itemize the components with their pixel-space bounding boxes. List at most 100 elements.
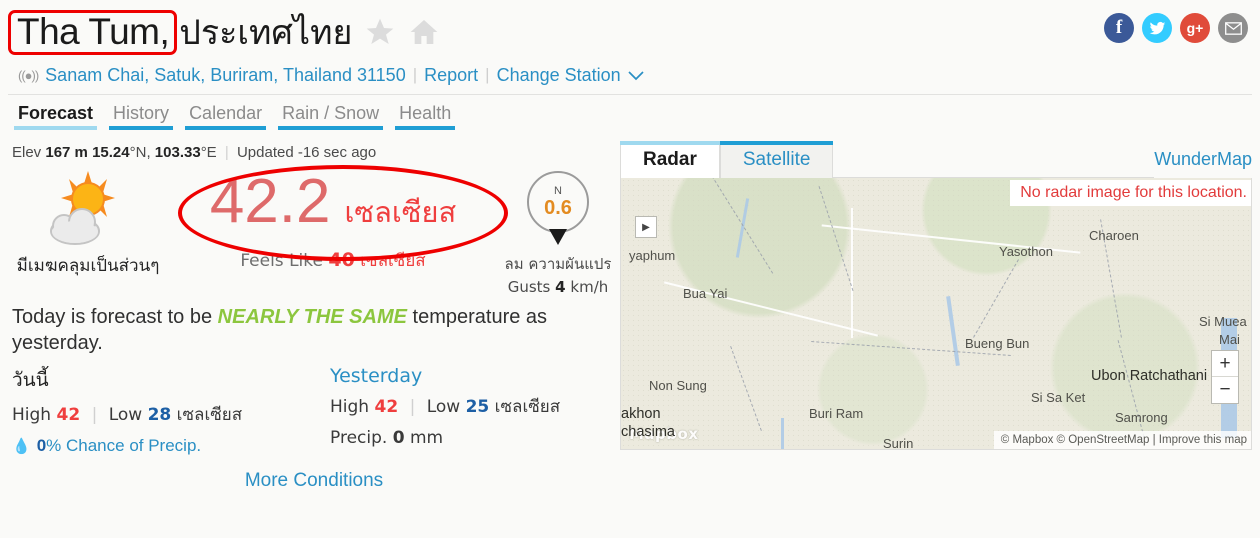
station-row: ((●)) Sanam Chai, Satuk, Buriram, Thaila… xyxy=(8,58,1260,88)
today-low-value: 28 xyxy=(147,404,172,425)
low-label: Low xyxy=(426,396,461,417)
tab-health[interactable]: Health xyxy=(389,103,461,130)
country-name: ประเทศไทย xyxy=(179,13,353,53)
divider: | xyxy=(409,396,416,417)
tab-satellite[interactable]: Satellite xyxy=(719,141,834,178)
temperature-unit: เซลเซียส xyxy=(344,195,457,229)
yesterday-heading[interactable]: Yesterday xyxy=(330,365,610,387)
map-place-label: Samrong xyxy=(1115,410,1168,425)
wind-speed-value: 0.6 xyxy=(544,196,572,219)
today-precip-chance: 💧 0% Chance of Precip. xyxy=(12,436,330,456)
home-icon[interactable] xyxy=(408,16,440,48)
tab-radar[interactable]: Radar xyxy=(620,141,720,178)
yesterday-low-value: 25 xyxy=(465,396,490,417)
longitude-unit: °E xyxy=(200,144,217,161)
forecast-summary-sentence: Today is forecast to be NEARLY THE SAME … xyxy=(8,298,608,357)
map-panel: Radar Satellite WunderMap No radar image… xyxy=(620,130,1252,492)
facebook-icon[interactable]: f xyxy=(1104,13,1134,43)
map-place-label: Mai xyxy=(1219,332,1240,347)
zoom-out-button[interactable]: − xyxy=(1212,377,1238,403)
map-place-label: yaphum xyxy=(629,248,676,263)
gusts-unit: km/h xyxy=(570,277,609,296)
tab-label: Calendar xyxy=(189,103,263,123)
main-content: Elev 167 m 15.24°N, 103.33°E | Updated -… xyxy=(0,130,1260,492)
tab-filler xyxy=(833,140,1155,178)
email-icon[interactable] xyxy=(1218,13,1248,43)
map-place-label: Yasothon xyxy=(999,244,1053,259)
feels-like-unit: เซลเซียส xyxy=(360,251,426,271)
play-icon[interactable]: ▶ xyxy=(635,216,657,238)
tab-rain-snow[interactable]: Rain / Snow xyxy=(272,103,389,130)
partly-cloudy-icon xyxy=(42,171,134,253)
elevation-label: Elev xyxy=(12,144,42,161)
yesterday-high-low: High 42 | Low 25 เซลเซียส xyxy=(330,393,610,420)
tab-forecast[interactable]: Forecast xyxy=(8,103,103,130)
high-label: High xyxy=(330,396,370,417)
map-place-label: akhon xyxy=(621,406,661,422)
star-icon[interactable] xyxy=(364,16,396,48)
yesterday-precip-value: 0 xyxy=(392,427,405,448)
map-zoom-controls[interactable]: + − xyxy=(1211,350,1239,404)
wundermap-link[interactable]: WunderMap xyxy=(1154,149,1252,178)
tab-calendar[interactable]: Calendar xyxy=(179,103,272,130)
longitude-value: 103.33 xyxy=(154,144,201,161)
radar-map[interactable]: No radar image for this location. ▶ + − … xyxy=(620,178,1252,450)
tab-label: Radar xyxy=(643,149,697,170)
tab-label: Health xyxy=(399,103,452,123)
social-share-icons: f g+ xyxy=(1104,13,1248,43)
map-place-label: Non Sung xyxy=(649,378,707,393)
report-link[interactable]: Report xyxy=(424,65,478,86)
tab-history[interactable]: History xyxy=(103,103,179,130)
tab-label: Rain / Snow xyxy=(282,103,380,123)
map-place-label: Bueng Bun xyxy=(965,336,1030,351)
current-temperature: 42.2 xyxy=(209,167,331,236)
elevation-value: 167 m xyxy=(45,144,88,161)
wind-direction-arrow-icon xyxy=(549,229,567,245)
yesterday-column: Yesterday High 42 | Low 25 เซลเซียส Prec… xyxy=(330,365,610,456)
title-row: Tha Tum, ประเทศไทย xyxy=(8,6,1260,58)
tab-label: Satellite xyxy=(742,149,811,170)
divider: | xyxy=(224,144,229,161)
high-label: High xyxy=(12,404,52,425)
station-location-link[interactable]: Sanam Chai, Satuk, Buriram, Thailand 311… xyxy=(45,65,406,86)
map-road xyxy=(851,208,853,338)
latitude-unit: °N, xyxy=(129,144,151,161)
tab-underline xyxy=(620,141,720,145)
gusts-value: 4 xyxy=(555,277,566,296)
signal-icon: ((●)) xyxy=(18,67,39,83)
change-station-link[interactable]: Change Station xyxy=(497,65,621,86)
condition-description: มีเมฆคลุมเป็นส่วนๆ xyxy=(16,256,160,276)
wind-direction-label: N xyxy=(554,184,562,197)
yesterday-precip-unit: mm xyxy=(409,427,444,448)
map-texture xyxy=(621,178,1251,449)
today-unit: เซลเซียส xyxy=(176,404,243,425)
condition-icon-column: มีเมฆคลุมเป็นส่วนๆ xyxy=(8,165,168,277)
raindrop-icon: 💧 xyxy=(12,437,31,455)
wind-details: ลม ความผันแปร Gusts 4 km/h xyxy=(498,253,618,298)
updated-timestamp: Updated -16 sec ago xyxy=(236,144,377,161)
gusts-label: Gusts xyxy=(507,277,551,296)
no-radar-message: No radar image for this location. xyxy=(1010,180,1251,206)
city-name-annotation-box: Tha Tum, xyxy=(8,9,178,55)
map-place-label: Charoen xyxy=(1089,228,1139,243)
tab-underline xyxy=(719,141,834,145)
wind-compass: N 0.6 xyxy=(527,171,589,245)
today-column: วันนี้ High 42 | Low 28 เซลเซียส 💧 0% Ch… xyxy=(12,365,330,456)
map-tab-bar: Radar Satellite WunderMap xyxy=(620,130,1252,178)
twitter-icon[interactable] xyxy=(1142,13,1172,43)
wind-column: N 0.6 ลม ความผันแปร Gusts 4 km/h xyxy=(498,165,618,298)
google-plus-icon[interactable]: g+ xyxy=(1180,13,1210,43)
map-attribution[interactable]: © Mapbox © OpenStreetMap | Improve this … xyxy=(993,431,1251,449)
sentence-highlight: NEARLY THE SAME xyxy=(217,306,407,328)
map-place-label: Si Sa Ket xyxy=(1031,390,1086,405)
conditions-panel: Elev 167 m 15.24°N, 103.33°E | Updated -… xyxy=(8,130,620,492)
day-comparison: วันนี้ High 42 | Low 28 เซลเซียส 💧 0% Ch… xyxy=(8,357,620,456)
yesterday-precip: Precip. 0 mm xyxy=(330,428,610,448)
zoom-in-button[interactable]: + xyxy=(1212,351,1238,377)
current-conditions: มีเมฆคลุมเป็นส่วนๆ 42.2 เซลเซียส Feels L… xyxy=(8,161,620,298)
map-place-label: chasima xyxy=(621,424,675,440)
chevron-down-icon[interactable] xyxy=(628,65,644,86)
divider: | xyxy=(485,65,490,84)
precip-label: Precip. xyxy=(330,427,388,448)
more-conditions-link[interactable]: More Conditions xyxy=(8,456,620,492)
